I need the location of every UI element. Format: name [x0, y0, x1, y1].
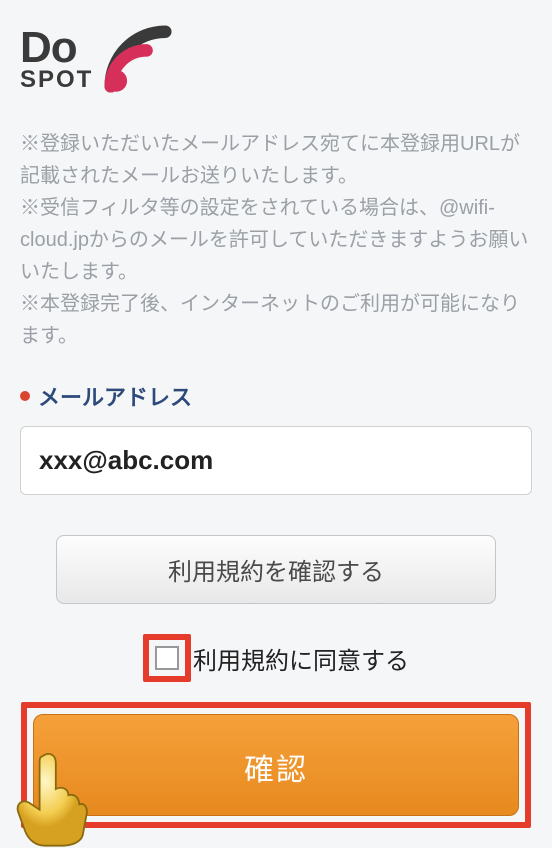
wifi-icon: [99, 20, 177, 98]
confirm-button[interactable]: 確認: [33, 714, 519, 816]
email-label-text: メールアドレス: [38, 380, 192, 412]
highlight-box-icon: [143, 634, 191, 682]
info-line-2: ※受信フィルタ等の設定をされている場合は、@wifi-cloud.jpからのメー…: [20, 192, 532, 288]
logo-text-do: Do: [20, 27, 93, 69]
agree-checkbox[interactable]: [155, 646, 179, 670]
logo-text-spot: SPOT: [20, 69, 93, 92]
email-label: メールアドレス: [20, 380, 532, 412]
email-field[interactable]: [20, 426, 532, 495]
confirm-area: 確認: [21, 702, 531, 828]
agree-checkbox-row: 利用規約に同意する: [20, 634, 532, 682]
required-dot-icon: [20, 391, 30, 401]
agree-checkbox-label: 利用規約に同意する: [193, 641, 409, 676]
info-line-3: ※本登録完了後、インターネットのご利用が可能になります。: [20, 288, 532, 352]
info-line-1: ※登録いただいたメールアドレス宛てに本登録用URLが記載されたメールお送りいたし…: [20, 128, 532, 192]
view-terms-button[interactable]: 利用規約を確認する: [56, 535, 496, 604]
logo: Do SPOT: [20, 20, 532, 98]
pointer-hand-icon: [9, 748, 99, 848]
info-text: ※登録いただいたメールアドレス宛てに本登録用URLが記載されたメールお送りいたし…: [20, 128, 532, 352]
